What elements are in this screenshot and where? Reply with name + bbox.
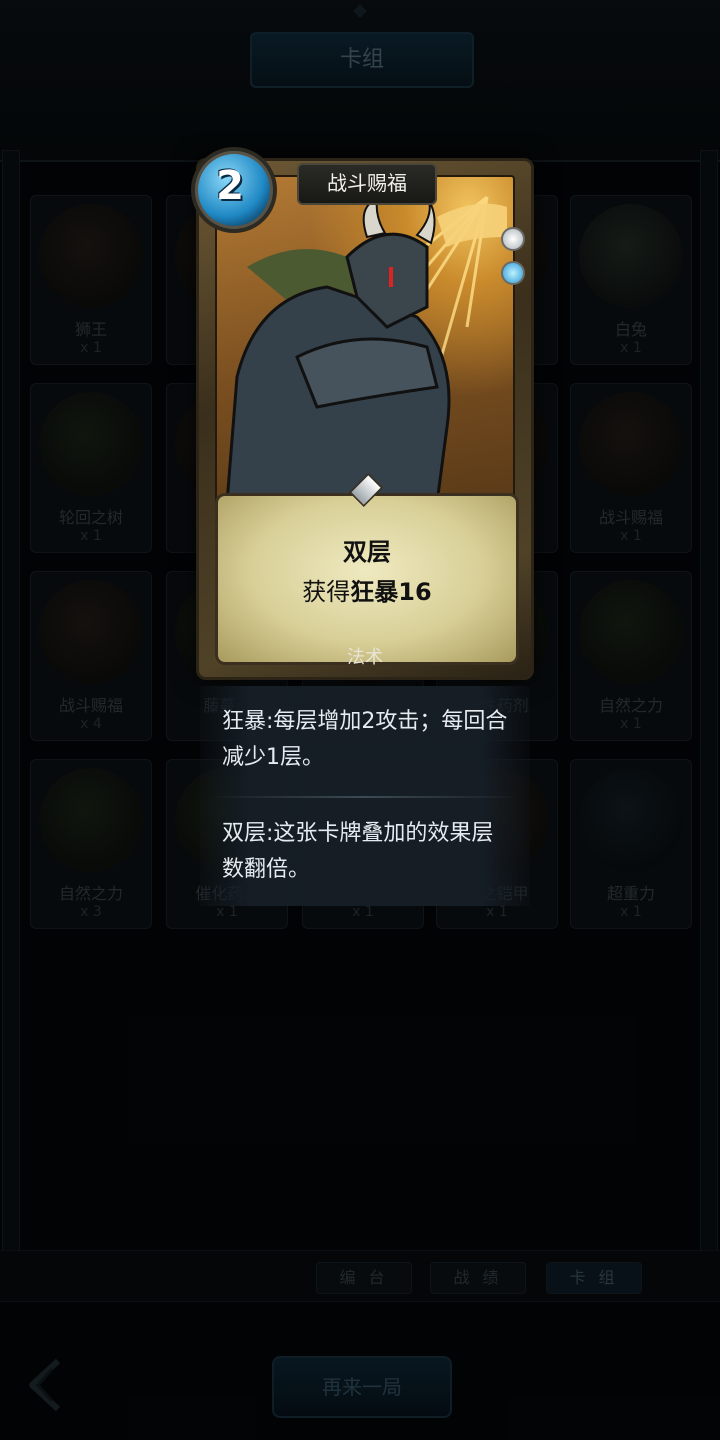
mana-cost-gem: 2 <box>191 147 277 233</box>
card-effect-text: 获得狂暴16 <box>218 572 516 607</box>
card-keyword-title: 双层 <box>343 538 391 566</box>
card-description-panel: 双层 获得狂暴16 <box>215 493 519 665</box>
card-title: 战斗赐福 <box>297 163 437 205</box>
card-effect-prefix: 获得 <box>302 578 351 606</box>
card-effect-keyword: 狂暴16 <box>350 578 432 606</box>
tooltip-berserk-text: 狂暴:每层增加2攻击；每回合减少1层。 <box>222 709 508 770</box>
upgrade-pip-icon <box>501 227 525 251</box>
keyword-tooltip: 狂暴:每层增加2攻击；每回合减少1层。 双层:这张卡牌叠加的效果层数翻倍。 <box>200 686 530 906</box>
card-artwork <box>215 175 515 505</box>
mana-cost-value: 2 <box>216 163 244 209</box>
tooltip-double-text: 双层:这张卡牌叠加的效果层数翻倍。 <box>222 821 494 882</box>
card-type-label: 法术 <box>347 647 383 668</box>
card-detail: 战斗赐福 2 双层 获得狂暴16 法术 <box>191 147 534 680</box>
tooltip-divider <box>210 796 520 798</box>
upgrade-pip-icon <box>501 261 525 285</box>
knight-illustration <box>225 195 507 503</box>
